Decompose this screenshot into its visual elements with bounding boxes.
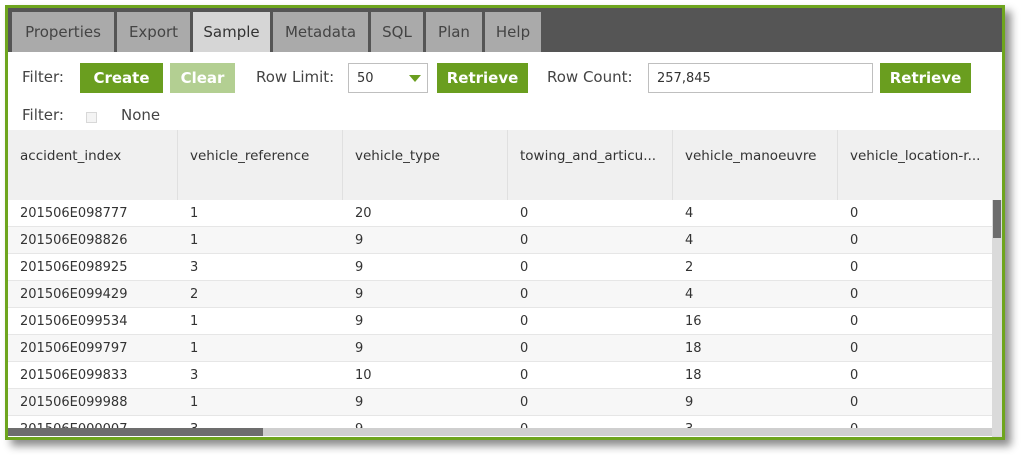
- chevron-down-icon: [409, 75, 421, 82]
- row-limit-value: 50: [357, 71, 374, 86]
- table-cell: 4: [685, 206, 694, 221]
- table-cell: 0: [520, 287, 529, 302]
- table-cell: 0: [850, 260, 859, 275]
- table-cell: 9: [355, 287, 364, 302]
- grid-header: accident_index vehicle_reference vehicle…: [8, 130, 1002, 200]
- table-row[interactable]: 201506E098777 1 20 0 4 0: [8, 200, 992, 227]
- table-cell: 201506E099534: [20, 314, 128, 329]
- retrieve-sample-button[interactable]: Retrieve: [437, 63, 528, 93]
- row-count-label: Row Count:: [547, 68, 633, 86]
- row-limit-label: Row Limit:: [256, 68, 335, 86]
- column-header[interactable]: vehicle_location-r...: [838, 130, 1002, 200]
- tab-help[interactable]: Help: [485, 12, 541, 52]
- table-cell: 0: [850, 206, 859, 221]
- horizontal-scroll-thumb[interactable]: [8, 428, 263, 436]
- table-cell: 0: [850, 341, 859, 356]
- clear-filter-button[interactable]: Clear: [170, 63, 235, 93]
- filter-status-value: None: [121, 106, 161, 124]
- table-cell: 0: [520, 368, 529, 383]
- table-cell: 201506E099797: [20, 341, 128, 356]
- horizontal-scrollbar[interactable]: [8, 428, 992, 436]
- tab-export[interactable]: Export: [117, 12, 190, 52]
- table-cell: 201506E099988: [20, 395, 128, 410]
- table-cell: 0: [520, 395, 529, 410]
- table-cell: 201506E098925: [20, 260, 128, 275]
- table-cell: 18: [685, 368, 702, 383]
- grid-body: 201506E098777 1 20 0 4 0 201506E098826 1 9 0 4 0 201…: [8, 200, 992, 430]
- table-cell: 9: [685, 395, 694, 410]
- create-filter-button[interactable]: Create: [80, 63, 163, 93]
- column-header[interactable]: accident_index: [8, 130, 178, 200]
- table-cell: 0: [520, 206, 529, 221]
- table-cell: 0: [520, 314, 529, 329]
- table-row[interactable]: 201506E099797 1 9 0 18 0: [8, 335, 992, 362]
- table-cell: 0: [520, 341, 529, 356]
- column-header[interactable]: vehicle_reference: [178, 130, 343, 200]
- table-cell: 0: [850, 368, 859, 383]
- table-cell: 1: [190, 206, 199, 221]
- vertical-scroll-thumb[interactable]: [993, 200, 1001, 238]
- table-row[interactable]: 201506E099534 1 9 0 16 0: [8, 308, 992, 335]
- table-cell: 2: [190, 287, 199, 302]
- retrieve-row-count-button[interactable]: Retrieve: [880, 63, 971, 93]
- table-cell: 9: [355, 341, 364, 356]
- table-cell: 9: [355, 233, 364, 248]
- sample-panel: Properties Export Sample Metadata SQL Pl…: [5, 5, 1005, 440]
- table-cell: 9: [355, 314, 364, 329]
- table-row[interactable]: 201506E098925 3 9 0 2 0: [8, 254, 992, 281]
- table-cell: 18: [685, 341, 702, 356]
- table-cell: 1: [190, 395, 199, 410]
- row-limit-select[interactable]: 50: [348, 63, 428, 93]
- table-cell: 1: [190, 233, 199, 248]
- column-header[interactable]: vehicle_type: [343, 130, 508, 200]
- table-cell: 1: [190, 341, 199, 356]
- filter-checkbox[interactable]: [86, 112, 97, 123]
- column-header[interactable]: towing_and_articu...: [508, 130, 673, 200]
- column-header[interactable]: vehicle_manoeuvre: [673, 130, 838, 200]
- table-row[interactable]: 201506E098826 1 9 0 4 0: [8, 227, 992, 254]
- tab-bar: Properties Export Sample Metadata SQL Pl…: [8, 8, 1002, 52]
- table-cell: 0: [850, 314, 859, 329]
- table-cell: 201506E098826: [20, 233, 128, 248]
- table-row[interactable]: 201506E099833 3 10 0 18 0: [8, 362, 992, 389]
- table-cell: 2: [685, 260, 694, 275]
- table-cell: 9: [355, 260, 364, 275]
- sample-toolbar: Filter: Create Clear Row Limit: 50 Retri…: [8, 52, 1002, 130]
- filter-label: Filter:: [22, 68, 64, 86]
- table-cell: 0: [850, 287, 859, 302]
- table-cell: 201506E098777: [20, 206, 128, 221]
- table-cell: 0: [520, 233, 529, 248]
- tab-plan[interactable]: Plan: [426, 12, 482, 52]
- table-cell: 0: [850, 233, 859, 248]
- table-cell: 201506E099429: [20, 287, 128, 302]
- table-cell: 0: [520, 260, 529, 275]
- sample-data-grid: accident_index vehicle_reference vehicle…: [8, 130, 1002, 437]
- table-cell: 9: [355, 395, 364, 410]
- vertical-scrollbar[interactable]: [992, 200, 1002, 437]
- tab-metadata[interactable]: Metadata: [273, 12, 368, 52]
- table-row[interactable]: 201506E099429 2 9 0 4 0: [8, 281, 992, 308]
- table-cell: 16: [685, 314, 702, 329]
- tab-sql[interactable]: SQL: [371, 12, 423, 52]
- table-cell: 20: [355, 206, 372, 221]
- filter-status-label: Filter:: [22, 106, 64, 124]
- table-cell: 0: [850, 395, 859, 410]
- tab-sample[interactable]: Sample: [193, 12, 270, 52]
- table-cell: 4: [685, 233, 694, 248]
- table-cell: 3: [190, 260, 199, 275]
- table-cell: 4: [685, 287, 694, 302]
- row-count-field[interactable]: 257,845: [648, 63, 873, 93]
- table-cell: 1: [190, 314, 199, 329]
- table-cell: 10: [355, 368, 372, 383]
- tab-properties[interactable]: Properties: [12, 12, 114, 52]
- table-cell: 201506E099833: [20, 368, 128, 383]
- table-cell: 3: [190, 368, 199, 383]
- table-row[interactable]: 201506E099988 1 9 0 9 0: [8, 389, 992, 416]
